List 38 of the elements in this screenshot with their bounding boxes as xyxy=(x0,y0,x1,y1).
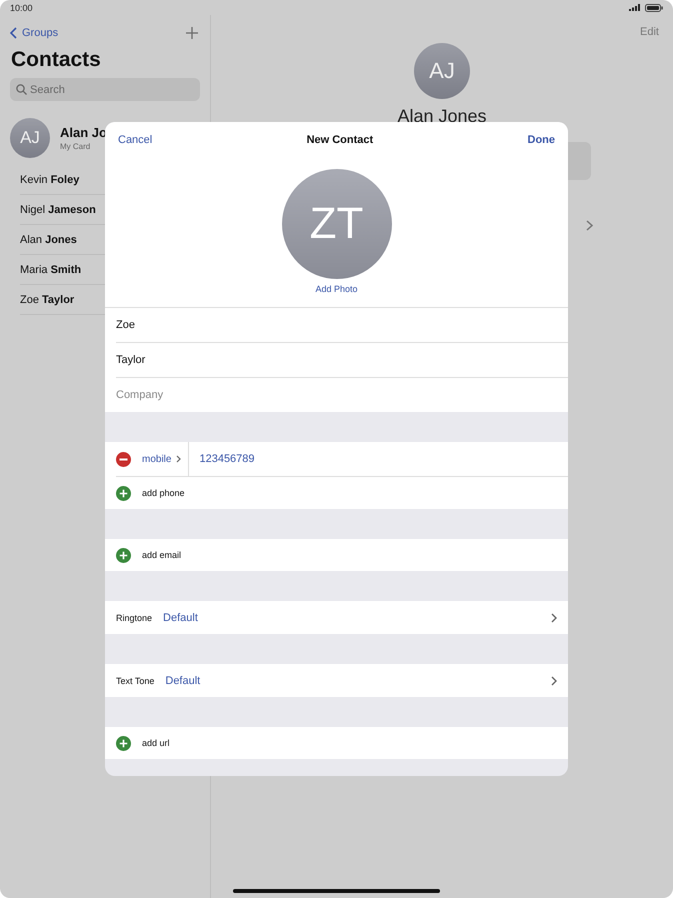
setting-value[interactable]: Default xyxy=(165,674,200,686)
chevron-icon[interactable] xyxy=(551,612,557,622)
add-field-label[interactable]: add url xyxy=(142,738,170,748)
search-field[interactable]: Search xyxy=(10,78,200,101)
input-field[interactable]: Taylor xyxy=(116,354,416,366)
status-time: 10:00 xyxy=(10,2,33,12)
add-field-label[interactable]: add email xyxy=(142,550,182,560)
avatar: AJ xyxy=(10,118,50,158)
contact-name: Alan Jones xyxy=(397,106,487,127)
phone-field[interactable]: 123456789 xyxy=(189,453,400,465)
chevron-icon xyxy=(10,27,17,39)
list-title: Contacts xyxy=(10,47,102,73)
add-icon[interactable] xyxy=(116,486,131,500)
sheet-title: New Contact xyxy=(306,134,374,146)
setting-label: Ringtone xyxy=(116,612,152,622)
setting-label: Text Tone xyxy=(116,676,154,686)
input-field[interactable]: Zoe xyxy=(116,319,416,331)
phone-type-button[interactable]: mobile xyxy=(131,442,190,476)
done-button[interactable]: Done xyxy=(528,134,555,146)
search-icon xyxy=(16,84,27,95)
add-field-label[interactable]: add phone xyxy=(142,488,185,498)
setting-value[interactable]: Default xyxy=(163,612,198,624)
card-label: My Card xyxy=(60,142,92,151)
signal-icon xyxy=(629,4,640,11)
chevron-icon xyxy=(176,455,182,463)
add-photo-link[interactable]: Add Photo xyxy=(315,284,358,294)
input-field[interactable]: Company xyxy=(116,389,416,401)
chevron-icon xyxy=(586,220,593,231)
battery-icon xyxy=(645,4,663,12)
back-button[interactable]: Groups xyxy=(10,27,58,39)
chevron-icon[interactable] xyxy=(551,676,557,686)
avatar: ZT xyxy=(282,169,392,279)
remove-icon[interactable] xyxy=(116,452,131,466)
add-icon[interactable] xyxy=(116,548,131,562)
cancel-button[interactable]: Cancel xyxy=(118,134,152,146)
add-icon[interactable] xyxy=(116,736,131,750)
avatar: AJ xyxy=(414,43,470,99)
add-icon[interactable] xyxy=(186,27,198,39)
